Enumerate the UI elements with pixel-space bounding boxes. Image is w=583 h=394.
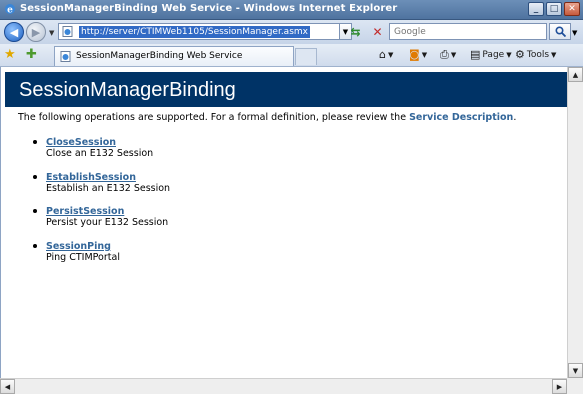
operation-description: Close an E132 Session xyxy=(46,148,154,159)
page-icon xyxy=(62,26,73,37)
chevron-down-icon: ▼ xyxy=(450,50,457,59)
operation-link-establish-session[interactable]: EstablishSession xyxy=(46,172,170,183)
window-title: SessionManagerBinding Web Service - Wind… xyxy=(20,3,398,14)
refresh-icon: ⇆ xyxy=(350,24,361,39)
page-menu-button[interactable]: ▤ Page ▼ xyxy=(470,49,512,60)
url-text[interactable]: http://server/CTIMWeb1105/SessionManager… xyxy=(79,26,310,38)
home-button[interactable]: ⌂ ▼ xyxy=(379,49,393,60)
list-item: PersistSession Persist your E132 Session xyxy=(31,206,170,241)
operation-link-session-ping[interactable]: SessionPing xyxy=(46,241,170,252)
page-content: SessionManagerBinding The following oper… xyxy=(0,67,567,378)
new-tab-button[interactable] xyxy=(295,48,317,65)
scroll-up-button[interactable]: ▲ xyxy=(568,67,583,82)
scroll-left-button[interactable]: ◀ xyxy=(0,379,15,394)
scroll-down-button[interactable]: ▼ xyxy=(568,363,583,378)
address-bar[interactable]: http://server/CTIMWeb1105/SessionManager… xyxy=(58,23,341,40)
list-item: CloseSession Close an E132 Session xyxy=(31,137,170,172)
page-icon xyxy=(60,51,71,62)
bullet xyxy=(33,174,37,179)
page-menu-label: Page xyxy=(482,49,505,60)
recent-pages-dropdown[interactable]: ▼ xyxy=(49,29,54,37)
operation-link-persist-session[interactable]: PersistSession xyxy=(46,206,170,217)
page-icon: ▤ xyxy=(470,48,481,61)
feeds-icon: ◙ xyxy=(409,48,420,61)
service-description-link[interactable]: Service Description xyxy=(409,112,513,123)
bullet xyxy=(33,243,37,248)
add-favorites-icon[interactable]: ✚ xyxy=(26,48,37,61)
magnifier-icon xyxy=(554,26,566,37)
gear-icon: ⚙ xyxy=(515,48,525,61)
home-icon: ⌂ xyxy=(379,48,386,61)
horizontal-scrollbar[interactable]: ◀ ▶ xyxy=(0,378,567,394)
search-options-dropdown[interactable]: ▼ xyxy=(572,29,577,37)
tab-title: SessionManagerBinding Web Service xyxy=(76,51,243,61)
feeds-button[interactable]: ◙ ▼ xyxy=(409,49,427,60)
stop-icon: ✕ xyxy=(372,24,383,39)
ie-icon: e xyxy=(5,4,15,16)
list-item: SessionPing Ping CTIMPortal xyxy=(31,241,170,276)
maximize-button[interactable]: □ xyxy=(546,2,562,16)
bullet xyxy=(33,209,37,213)
arrow-left-icon: ◀ xyxy=(4,382,11,391)
intro-end: . xyxy=(513,112,517,123)
back-button[interactable]: ◀ xyxy=(4,22,24,42)
arrow-down-icon: ▼ xyxy=(572,366,579,375)
operation-link-close-session[interactable]: CloseSession xyxy=(46,137,170,148)
operations-list: CloseSession Close an E132 Session Estab… xyxy=(31,137,170,275)
stop-button[interactable]: ✕ xyxy=(370,24,385,39)
print-icon: ⎙ xyxy=(440,48,449,61)
operation-description: Establish an E132 Session xyxy=(46,182,171,194)
search-box[interactable] xyxy=(389,23,548,40)
chevron-down-icon: ▼ xyxy=(551,50,557,59)
vertical-scrollbar[interactable]: ▲ ▼ xyxy=(567,67,583,378)
tools-menu-label: Tools xyxy=(526,49,550,60)
chevron-down-icon: ▼ xyxy=(421,50,428,59)
minimize-button[interactable]: _ xyxy=(528,2,544,16)
close-window-button[interactable]: ✕ xyxy=(564,2,580,16)
print-button[interactable]: ⎙ ▼ xyxy=(440,49,456,60)
back-arrow-icon: ◀ xyxy=(9,25,19,39)
command-bar: ★ ✚ SessionManagerBinding Web Service ⌂ ▼… xyxy=(0,44,583,67)
intro-text: The following operations are supported. … xyxy=(18,112,407,123)
arrow-right-icon: ▶ xyxy=(556,382,563,391)
search-input[interactable] xyxy=(390,24,548,39)
list-item: EstablishSession Establish an E132 Sessi… xyxy=(31,172,170,207)
refresh-button[interactable]: ⇆ xyxy=(348,24,363,39)
title-bar[interactable]: e SessionManagerBinding Web Service - Wi… xyxy=(0,0,583,20)
page-banner: SessionManagerBinding xyxy=(5,72,567,107)
favorites-star-icon[interactable]: ★ xyxy=(4,48,16,61)
svg-text:e: e xyxy=(7,6,13,16)
forward-arrow-icon: ▶ xyxy=(31,25,41,39)
address-toolbar: ◀ ▶ ▼ http://server/CTIMWeb1105/SessionM… xyxy=(0,20,583,44)
maximize-icon: □ xyxy=(549,3,559,14)
search-button[interactable] xyxy=(549,23,571,40)
bullet xyxy=(33,140,37,144)
chevron-down-icon: ▼ xyxy=(506,50,512,59)
forward-button[interactable]: ▶ xyxy=(26,22,46,42)
close-icon: ✕ xyxy=(568,3,576,14)
chevron-down-icon: ▼ xyxy=(387,50,394,59)
operation-description: Persist your E132 Session xyxy=(46,217,169,228)
intro-paragraph: The following operations are supported. … xyxy=(18,112,516,123)
tab-active[interactable]: SessionManagerBinding Web Service xyxy=(54,46,294,66)
operation-description: Ping CTIMPortal xyxy=(46,251,120,263)
minimize-icon: _ xyxy=(533,3,539,14)
page-heading: SessionManagerBinding xyxy=(19,79,236,101)
arrow-up-icon: ▲ xyxy=(572,70,579,79)
tools-menu-button[interactable]: ⚙ Tools ▼ xyxy=(515,49,556,60)
scrollbar-corner xyxy=(567,378,583,394)
scroll-right-button[interactable]: ▶ xyxy=(552,379,567,394)
